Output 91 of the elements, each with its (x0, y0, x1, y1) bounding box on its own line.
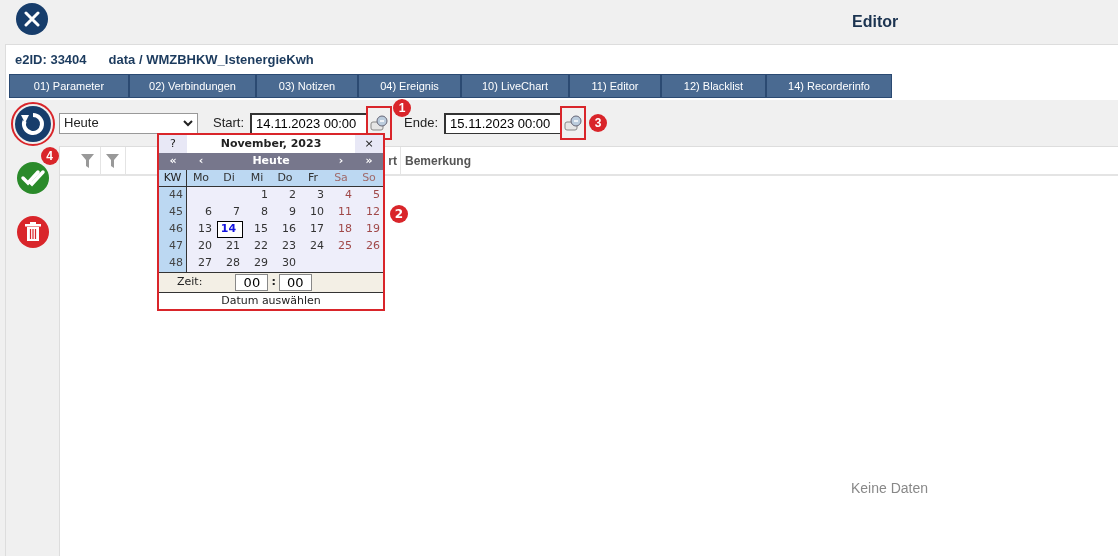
calendar-day[interactable]: 4 (327, 187, 355, 204)
weekday-header: Di (215, 170, 243, 187)
calendar-icon (370, 115, 389, 131)
chevron-down-icon (183, 119, 193, 127)
nav-button[interactable]: Heute (215, 153, 327, 170)
column-header[interactable]: rt (388, 151, 397, 170)
weekday-header: Mo (187, 170, 215, 187)
calendar-day[interactable]: 24 (299, 238, 327, 255)
week-header: KW (159, 170, 187, 187)
calendar-icon (564, 115, 583, 131)
calendar-day[interactable]: 10 (299, 204, 327, 221)
week-number: 48 (159, 255, 187, 272)
number-badge: 3 (589, 114, 608, 132)
nav-button[interactable]: › (327, 153, 355, 170)
date-field[interactable]: 15.11.2023 00:00 (444, 112, 563, 134)
week-number: 45 (159, 204, 187, 221)
select-date-button[interactable]: Datum auswählen (159, 292, 383, 309)
calendar-day[interactable]: 8 (243, 204, 271, 221)
calendar-day[interactable]: 28 (215, 255, 243, 272)
number-badge: 1 (393, 99, 412, 117)
weekday-header: Sa (327, 170, 355, 187)
tab[interactable]: 03) Notizen (256, 74, 358, 98)
tab[interactable]: 11) Editor (569, 74, 661, 98)
close-button[interactable]: × (355, 135, 383, 153)
tab[interactable]: 14) Recorderinfo (766, 74, 892, 98)
close-button[interactable] (16, 3, 48, 35)
calendar-day[interactable]: 30 (271, 255, 299, 272)
calendar-day[interactable]: 16 (271, 221, 299, 238)
calendar-day[interactable]: 20 (187, 238, 215, 255)
calendar-button[interactable] (368, 108, 391, 138)
calendar-day[interactable]: 12 (355, 204, 383, 221)
calendar-day[interactable]: 13 (187, 221, 215, 238)
window-title: Editor (852, 12, 899, 32)
calendar-day[interactable]: 7 (215, 204, 243, 221)
minute-field[interactable]: 00 (278, 274, 312, 291)
calendar-day[interactable]: 5 (355, 187, 383, 204)
nav-button[interactable]: » (355, 153, 383, 170)
calendar-day[interactable]: 29 (243, 255, 271, 272)
week-number: 46 (159, 221, 187, 238)
hour-field[interactable]: 00 (235, 274, 269, 291)
date-field[interactable]: 14.11.2023 00:00 (250, 112, 369, 134)
record-id: e2ID: 33404 (15, 50, 87, 69)
calendar-day[interactable]: 2 (271, 187, 299, 204)
double-check-icon (16, 162, 49, 194)
nav-button[interactable]: « (159, 153, 187, 170)
calendar-day[interactable]: 6 (187, 204, 215, 221)
empty-message: Keine Daten (851, 479, 930, 498)
calendar-day[interactable]: 22 (243, 238, 271, 255)
tab[interactable]: 01) Parameter (9, 74, 129, 98)
calendar-day[interactable]: 15 (243, 221, 271, 238)
filter-icon[interactable] (106, 153, 119, 168)
tab[interactable]: 02) Verbindungen (129, 74, 256, 98)
calendar-day[interactable]: 26 (355, 238, 383, 255)
week-number: 47 (159, 238, 187, 255)
month-title: November, 2023 (187, 135, 355, 153)
column-header[interactable]: Bemerkung (405, 151, 472, 170)
weekday-header: So (355, 170, 383, 187)
calendar-day[interactable]: 1 (243, 187, 271, 204)
tab[interactable]: 04) Ereignis (358, 74, 461, 98)
calendar-day[interactable]: 21 (215, 238, 243, 255)
time-separator: : (271, 274, 276, 291)
week-number: 44 (159, 187, 187, 204)
tab[interactable]: 10) LiveChart (461, 74, 569, 98)
close-icon (24, 11, 40, 27)
calendar-day[interactable]: 25 (327, 238, 355, 255)
calendar-day[interactable]: 23 (271, 238, 299, 255)
calendar-day[interactable]: 3 (299, 187, 327, 204)
refresh-button[interactable] (12, 104, 53, 144)
calendar-day[interactable]: 19 (355, 221, 383, 238)
tab[interactable]: 12) Blacklist (661, 74, 766, 98)
field-label: Start: (213, 114, 245, 133)
weekday-header: Mi (243, 170, 271, 187)
nav-button[interactable]: ‹ (187, 153, 215, 170)
calendar-day[interactable]: 27 (187, 255, 215, 272)
time-label: Zeit: (177, 274, 203, 291)
number-badge: 4 (40, 147, 59, 165)
trash-icon (16, 216, 49, 248)
field-label: Ende: (404, 114, 439, 133)
weekday-header: Do (271, 170, 299, 187)
calendar-day[interactable]: 11 (327, 204, 355, 221)
calendar-day[interactable]: 17 (299, 221, 327, 238)
filter-icon[interactable] (81, 153, 94, 168)
calendar-day[interactable]: 9 (271, 204, 299, 221)
weekday-header: Fr (299, 170, 327, 187)
range-select[interactable]: Heute (59, 112, 198, 134)
refresh-icon (14, 106, 51, 142)
calendar-button[interactable] (562, 108, 585, 138)
help-button[interactable]: ? (159, 135, 187, 153)
record-path: data / WMZBHKW_IstenergieKwh (108, 50, 314, 69)
calendar-day[interactable]: 14 (217, 221, 243, 238)
calendar-day[interactable]: 18 (327, 221, 355, 238)
